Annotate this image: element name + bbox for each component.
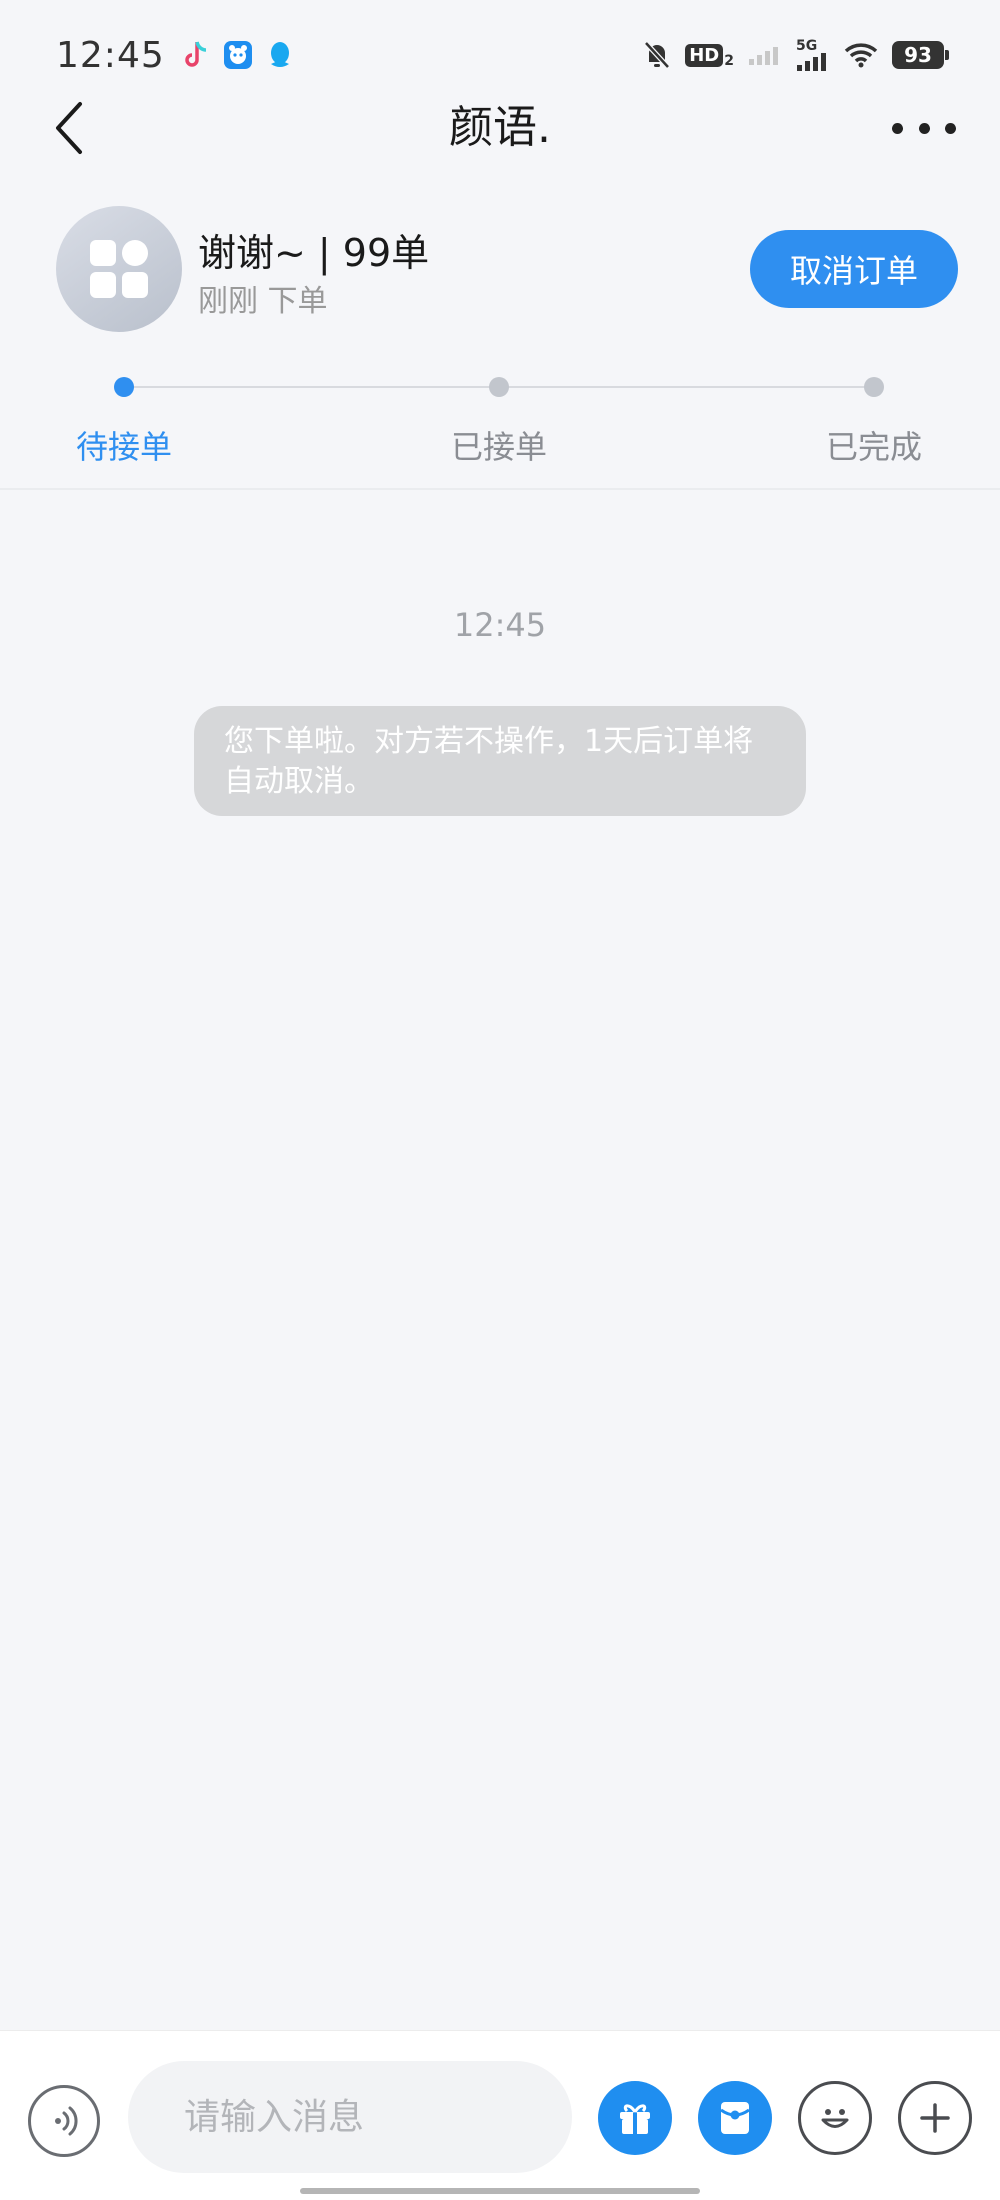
nav-bar: 颜语. [0,90,1000,166]
red-packet-icon [720,2102,750,2134]
app-grid-icon [90,240,148,298]
chat-timestamp: 12:45 [453,606,547,644]
gift-button[interactable] [598,2081,672,2155]
home-indicator[interactable] [300,2188,700,2194]
notification-icons [183,40,293,70]
status-time: 12:45 [56,34,165,76]
signal-5g-icon: 5G [796,39,830,71]
step-label-completed: 已完成 [825,428,922,466]
step-dot-pending [114,377,134,397]
voice-icon [55,2106,78,2136]
input-bar [0,2030,1000,2200]
message-input[interactable] [128,2061,572,2173]
more-options-button[interactable] [892,108,956,148]
tiktok-icon [183,40,209,70]
header-divider [0,488,1000,490]
step-label-pending: 待接单 [75,428,172,466]
plus-button[interactable] [898,2081,972,2155]
network-label: 5G [796,38,818,54]
mute-bell-icon [643,40,671,70]
hd-label: HD [685,43,724,67]
red-packet-button[interactable] [698,2081,772,2155]
order-subtitle: 刚刚 下单 [198,284,328,319]
grid-circle [122,240,148,266]
system-message: 您下单啦。对方若不操作，1天后订单将自动取消。 [194,706,806,816]
grid-square [122,272,148,298]
qq-icon [267,40,293,70]
plus-icon [920,2103,950,2133]
step-dot-completed [864,377,884,397]
more-dot-icon [892,122,903,134]
voice-button[interactable] [28,2085,100,2157]
step-label-accepted: 已接单 [450,428,547,466]
step-dot-accepted [489,377,509,397]
avatar[interactable] [56,206,182,332]
order-title: 谢谢~ | 99单 [198,231,430,275]
emoji-icon [821,2109,849,2128]
order-header: 谢谢~ | 99单 刚刚 下单 取消订单 [0,200,1000,340]
system-icons: HD 2 5G 93 [643,39,949,71]
page-title: 颜语. [449,102,551,153]
cancel-order-button[interactable]: 取消订单 [750,230,958,308]
more-dot-icon [918,122,930,134]
grid-square [90,272,116,298]
hd-sub-label: 2 [724,53,734,69]
app-bear-icon [223,40,253,70]
grid-square [90,240,116,266]
order-progress: 待接单 已接单 已完成 [0,360,1000,490]
battery-icon: 93 [892,41,949,69]
signal-weak-icon [748,43,782,67]
emoji-button[interactable] [798,2081,872,2155]
more-dot-icon [945,122,956,134]
gift-icon [620,2104,650,2134]
wifi-icon [844,42,878,68]
hd-icon: HD 2 [685,41,734,69]
